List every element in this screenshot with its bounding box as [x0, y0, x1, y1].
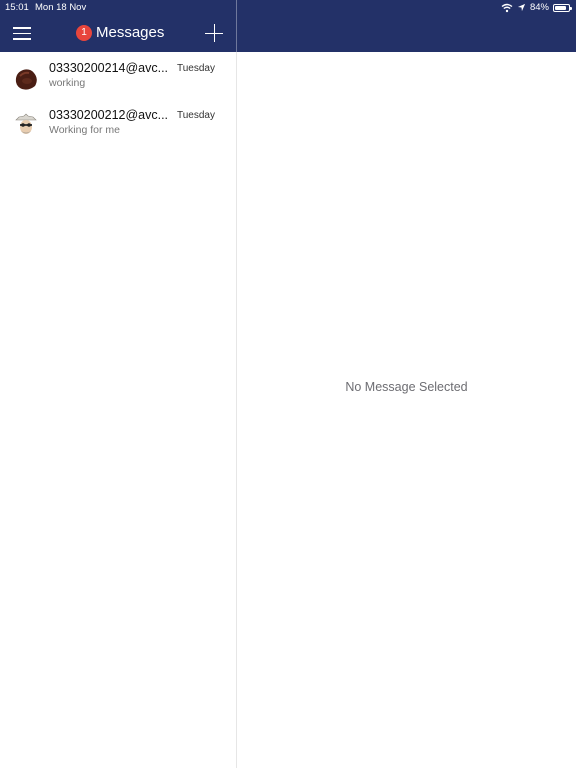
- cowboy-face-avatar-icon: [12, 111, 40, 139]
- battery-fill: [555, 5, 566, 10]
- conversation-item[interactable]: 03330200214@avc... Tuesday working: [0, 52, 236, 99]
- conversation-preview: Working for me: [49, 124, 120, 136]
- battery-percent: 84%: [529, 2, 549, 13]
- unread-badge: 1: [76, 24, 92, 41]
- location-arrow-icon: [517, 3, 526, 12]
- conversation-name: 03330200212@avc...: [49, 108, 169, 122]
- status-time: 15:01: [5, 2, 29, 13]
- top-bar: 15:01 Mon 18 Nov 84% 1 Messages: [0, 0, 576, 52]
- conversation-date: Tuesday: [177, 110, 215, 121]
- conversation-date: Tuesday: [177, 63, 215, 74]
- page-title: Messages: [96, 24, 165, 41]
- conversation-preview: working: [49, 77, 86, 89]
- hamburger-icon-line: [13, 38, 31, 40]
- dark-rock-avatar-icon: [12, 64, 40, 92]
- wifi-icon: [501, 3, 513, 12]
- hamburger-icon-line: [13, 27, 31, 29]
- new-message-button[interactable]: [205, 24, 223, 42]
- nav-title-group: 1 Messages: [76, 24, 164, 41]
- empty-detail-message: No Message Selected: [345, 380, 468, 394]
- conversation-name: 03330200214@avc...: [49, 61, 169, 75]
- status-indicators: 84%: [501, 2, 572, 13]
- conversation-item[interactable]: 03330200212@avc... Tuesday Working for m…: [0, 99, 236, 146]
- split-divider-top: [236, 0, 237, 52]
- hamburger-icon-line: [13, 32, 31, 34]
- menu-button[interactable]: [13, 25, 31, 41]
- conversation-list: 03330200214@avc... Tuesday working 03330…: [0, 52, 236, 146]
- split-divider: [236, 52, 237, 768]
- battery-icon: [553, 3, 572, 12]
- status-bar: 15:01 Mon 18 Nov 84%: [0, 0, 576, 16]
- status-date: Mon 18 Nov: [35, 2, 87, 13]
